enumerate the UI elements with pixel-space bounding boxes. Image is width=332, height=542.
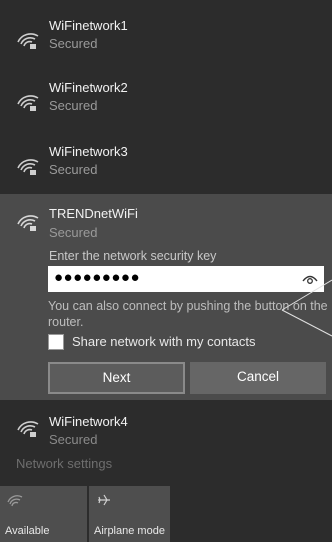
wifi-icon bbox=[17, 421, 39, 437]
network-status: Secured bbox=[49, 225, 98, 240]
network-status: Secured bbox=[49, 98, 98, 113]
airplane-icon bbox=[98, 494, 110, 506]
security-key-prompt: Enter the network security key bbox=[49, 249, 217, 263]
wifi-icon bbox=[17, 215, 39, 231]
password-mask: ●●●●●●●●● bbox=[54, 269, 141, 286]
share-checkbox[interactable] bbox=[48, 334, 64, 350]
network-name: WiFinetwork4 bbox=[49, 414, 128, 429]
network-status: Secured bbox=[49, 36, 98, 51]
network-status: Secured bbox=[49, 162, 98, 177]
cancel-button[interactable]: Cancel bbox=[190, 362, 326, 394]
tile-label: Available bbox=[5, 525, 50, 537]
network-list-clip: WiFinetwork4 Secured bbox=[0, 400, 332, 448]
wifi-icon bbox=[17, 95, 39, 111]
tile-label: Airplane mode bbox=[94, 525, 165, 537]
share-label: Share network with my contacts bbox=[72, 334, 256, 349]
network-item-wifinetwork1[interactable]: WiFinetwork1 Secured bbox=[0, 8, 332, 68]
network-item-wifinetwork2[interactable]: WiFinetwork2 Secured bbox=[0, 70, 332, 132]
airplane-mode-tile[interactable]: Airplane mode bbox=[89, 486, 170, 542]
wifi-quick-action-tile[interactable]: Available bbox=[0, 486, 87, 542]
network-name: TRENDnetWiFi bbox=[49, 206, 138, 221]
wifi-icon bbox=[17, 33, 39, 49]
network-status: Secured bbox=[49, 432, 98, 447]
wifi-icon bbox=[17, 159, 39, 175]
callout-pointer bbox=[281, 279, 332, 337]
network-name: WiFinetwork1 bbox=[49, 18, 128, 33]
network-item-wifinetwork3[interactable]: WiFinetwork3 Secured bbox=[0, 134, 332, 192]
wifi-icon bbox=[7, 495, 23, 507]
network-item-wifinetwork4[interactable]: WiFinetwork4 Secured bbox=[0, 400, 332, 448]
network-settings-link[interactable]: Network settings bbox=[16, 456, 112, 471]
next-button[interactable]: Next bbox=[48, 362, 185, 394]
network-name: WiFinetwork3 bbox=[49, 144, 128, 159]
network-name: WiFinetwork2 bbox=[49, 80, 128, 95]
